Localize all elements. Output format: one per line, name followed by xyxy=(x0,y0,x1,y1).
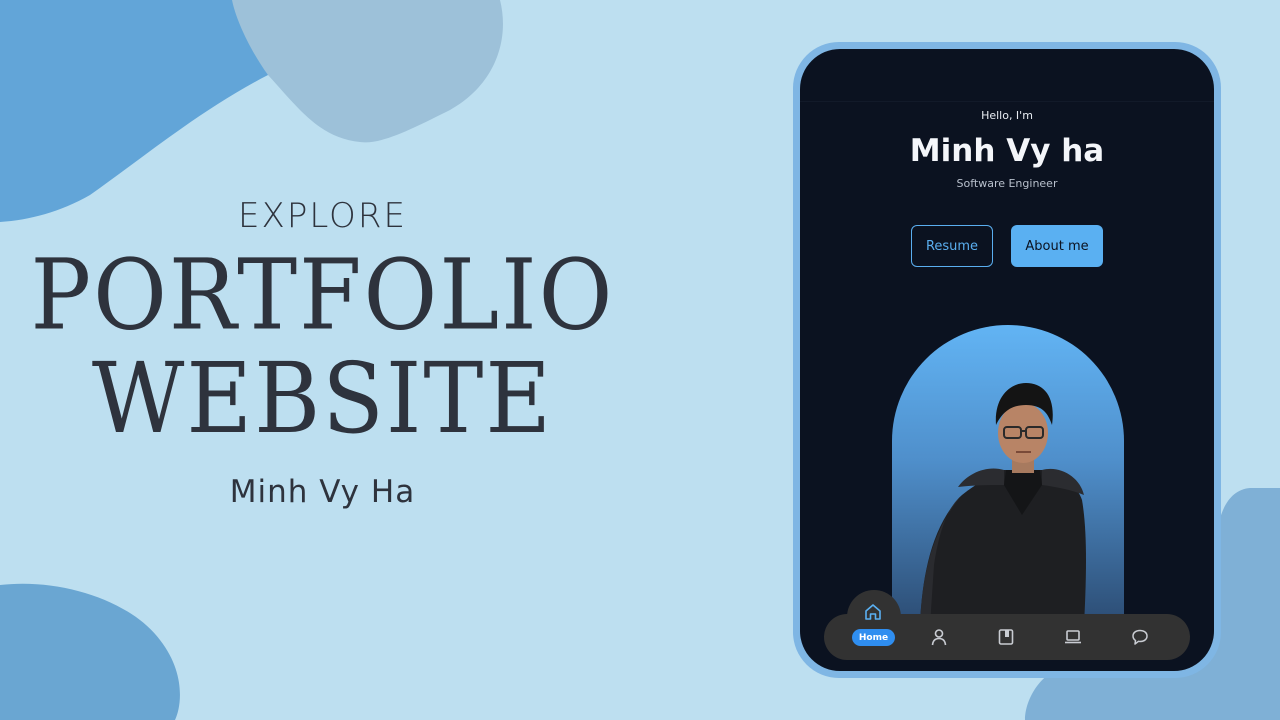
profile-photo xyxy=(920,383,1086,625)
profile-role: Software Engineer xyxy=(956,177,1058,190)
laptop-icon[interactable] xyxy=(1063,627,1083,647)
hero-title-line-2: WEBSITE xyxy=(91,342,554,456)
portfolio-screen: Hello, I'm Minh Vy ha Software Engineer … xyxy=(800,49,1214,671)
greeting-text: Hello, I'm xyxy=(981,109,1033,122)
tablet-mockup: Hello, I'm Minh Vy ha Software Engineer … xyxy=(793,42,1221,678)
about-me-button[interactable]: About me xyxy=(1011,225,1103,267)
book-icon[interactable] xyxy=(996,627,1016,647)
user-icon[interactable] xyxy=(929,627,949,647)
hero-eyebrow: EXPLORE xyxy=(238,196,407,236)
profile-name: Minh Vy ha xyxy=(909,133,1105,169)
hero-author: Minh Vy Ha xyxy=(229,474,416,510)
nav-home-label[interactable]: Home xyxy=(852,629,895,646)
header-divider xyxy=(800,101,1214,102)
hero-title: PORTFOLIO WEBSITE xyxy=(30,244,615,451)
chat-icon[interactable] xyxy=(1130,627,1150,647)
home-icon[interactable] xyxy=(862,601,884,623)
resume-button[interactable]: Resume xyxy=(911,225,993,267)
hero-title-line-1: PORTFOLIO xyxy=(30,238,615,353)
profile-photo-arch xyxy=(892,325,1124,625)
hero-section: EXPLORE PORTFOLIO WEBSITE Minh Vy Ha xyxy=(30,190,615,514)
